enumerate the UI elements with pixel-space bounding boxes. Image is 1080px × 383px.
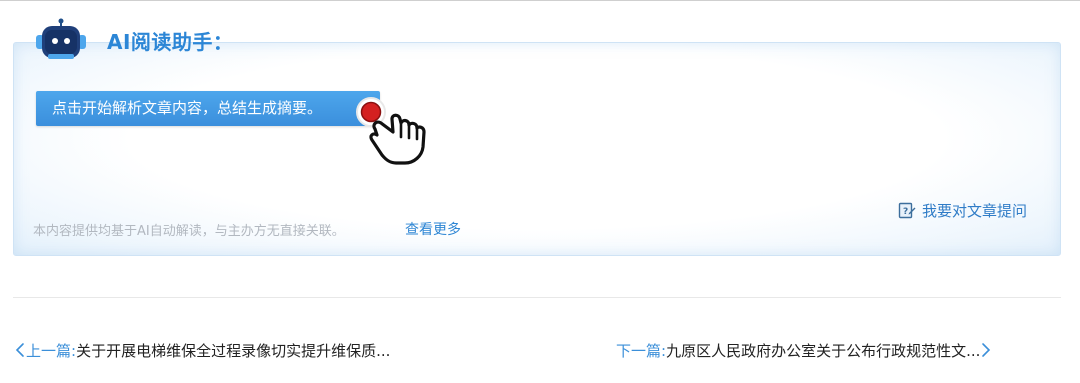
ai-disclaimer: 本内容提供均基于AI自动解读，与主办方无直接关联。 (33, 224, 345, 239)
prev-article-link[interactable]: 上一篇: 关于开展电梯维保全过程录像切实提升维保质... (14, 339, 390, 361)
start-analysis-button[interactable]: 点击开始解析文章内容，总结生成摘要。 (36, 91, 380, 126)
edit-question-icon: ? (898, 202, 916, 219)
next-article-label: 下一篇: (616, 341, 667, 360)
prev-article-title: 关于开展电梯维保全过程录像切实提升维保质... (76, 341, 391, 360)
svg-text:?: ? (903, 207, 908, 217)
ask-question-link[interactable]: ? 我要对文章提问 (898, 200, 1027, 220)
next-article-title: 九原区人民政府办公室关于公布行政规范性文... (666, 341, 981, 360)
hand-pointer-icon (356, 97, 426, 165)
view-more-link[interactable]: 查看更多 (405, 219, 461, 239)
top-border (0, 0, 1080, 1)
assistant-title: AI阅读助手： (107, 30, 234, 54)
prev-article-label: 上一篇: (26, 341, 77, 360)
chevron-left-icon (15, 343, 24, 357)
robot-icon (36, 18, 86, 59)
ask-question-label: 我要对文章提问 (922, 201, 1028, 220)
section-divider (13, 297, 1061, 298)
chevron-right-icon (982, 343, 991, 357)
next-article-link[interactable]: 下一篇: 九原区人民政府办公室关于公布行政规范性文... (616, 339, 992, 361)
